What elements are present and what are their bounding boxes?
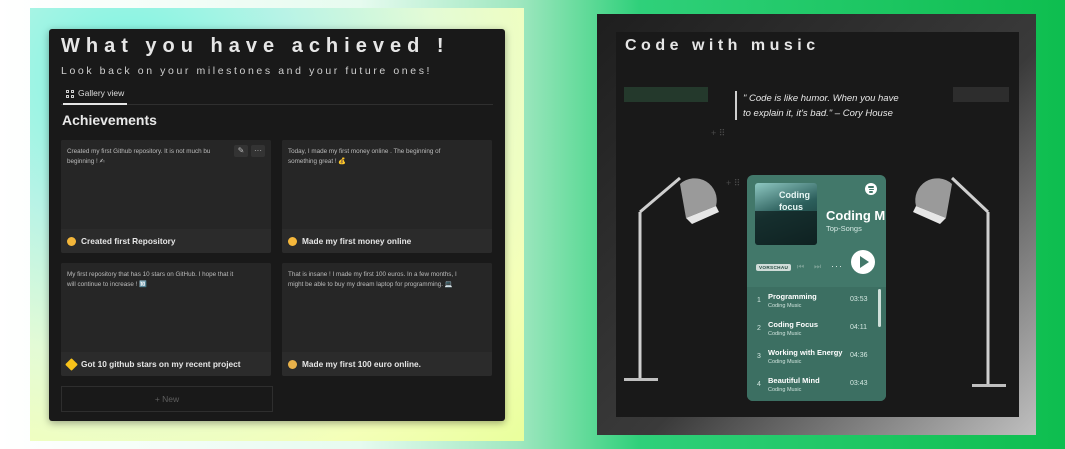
next-track-icon[interactable]: ⏭ — [814, 262, 821, 272]
track-row[interactable]: 3 Working with Energy Coding Music 04:36 — [747, 343, 875, 371]
gallery-grid-icon — [66, 89, 74, 98]
card-text-line: something great ! 💰 — [288, 158, 347, 165]
track-number: 3 — [757, 353, 761, 360]
track-number: 4 — [757, 381, 761, 388]
star-icon — [65, 357, 78, 371]
quote-line: to explain it, it's bad." – Cory House — [743, 108, 893, 119]
track-row[interactable]: 1 Programming Coding Music 03:53 — [747, 287, 875, 315]
block-drag-handle-icon[interactable]: + ⠿ — [711, 128, 725, 139]
cover-shade — [755, 211, 817, 245]
quote-block: " Code is like humor. When you have to e… — [743, 91, 928, 121]
card-footer: Made my first money online — [282, 229, 492, 253]
card-footer: Made my first 100 euro online. — [282, 352, 492, 376]
card-title: Created first Repository — [81, 236, 176, 246]
card-title: Got 10 github stars on my recent project — [81, 359, 241, 369]
track-artist: Coding Music — [768, 387, 802, 393]
card-text-line: will continue to increase ! 🔟 — [67, 281, 147, 288]
more-options-icon[interactable]: ··· — [251, 145, 265, 157]
tab-gallery-view[interactable]: Gallery view — [63, 84, 128, 105]
tracklist-scrollbar[interactable] — [878, 289, 881, 327]
card-text-line: beginning ! ✍ — [67, 158, 105, 165]
gallery-card[interactable]: Today, I made my first money online . Th… — [282, 140, 492, 253]
track-number: 1 — [757, 297, 761, 304]
preview-badge: VORSCHAU — [756, 264, 792, 271]
card-preview-text: Today, I made my first money online . Th… — [288, 147, 486, 167]
track-name: Programming — [768, 292, 817, 301]
quote-bar — [735, 91, 737, 120]
tab-label: Gallery view — [78, 88, 125, 98]
track-name: Working with Energy — [768, 348, 843, 357]
card-text-line: might be able to buy my dream laptop for… — [288, 281, 453, 288]
page-title: What you have achieved ! — [61, 35, 450, 57]
card-preview: That is insane ! I made my first 100 eur… — [282, 263, 492, 352]
cover-text-line: focus — [779, 202, 804, 212]
track-row[interactable]: 4 Beautiful Mind Coding Music 03:43 — [747, 371, 875, 399]
emoji-icon — [288, 236, 297, 246]
playlist-cover: Coding focus — [755, 183, 817, 245]
track-duration: 04:11 — [850, 324, 867, 331]
edit-icon[interactable]: ✎ — [234, 145, 248, 157]
track-artist: Coding Music — [768, 303, 802, 309]
track-name: Coding Focus — [768, 320, 818, 329]
card-text-line: My first repository that has 10 stars on… — [67, 271, 234, 278]
track-duration: 04:36 — [850, 352, 868, 359]
desk-lamp-right-icon — [913, 176, 1006, 387]
green-callout-block — [624, 87, 708, 102]
page-subtitle: Look back on your milestones and your fu… — [61, 65, 433, 77]
play-button[interactable] — [851, 250, 875, 274]
track-duration: 03:43 — [850, 380, 868, 387]
playlist-title[interactable]: Coding M — [826, 208, 885, 223]
gray-callout-block — [953, 87, 1009, 102]
playlist-subtitle: Top-Songs — [826, 224, 862, 233]
music-page: Code with music " Code is like humor. Wh… — [616, 32, 1019, 417]
card-text-line: That is insane ! I made my first 100 eur… — [288, 271, 457, 278]
card-title: Made my first 100 euro online. — [302, 359, 421, 369]
track-row[interactable]: 2 Coding Focus Coding Music 04:11 — [747, 315, 875, 343]
gallery-card[interactable]: My first repository that has 10 stars on… — [61, 263, 271, 376]
block-drag-handle-icon[interactable]: + ⠿ — [726, 178, 740, 189]
card-preview: My first repository that has 10 stars on… — [61, 263, 271, 352]
track-duration: 03:53 — [850, 296, 868, 303]
track-list: 1 Programming Coding Music 03:53 2 Codin… — [747, 287, 886, 401]
quote-line: " Code is like humor. When you have — [743, 93, 899, 104]
cover-text: Coding focus — [779, 189, 810, 213]
gallery-card[interactable]: That is insane ! I made my first 100 eur… — [282, 263, 492, 376]
previous-track-icon[interactable]: ⏮ — [797, 262, 804, 272]
card-preview: Today, I made my first money online . Th… — [282, 140, 492, 229]
more-options-icon[interactable]: ··· — [831, 261, 843, 271]
view-tabbar: Gallery view — [61, 84, 493, 105]
card-actions: ✎ ··· — [234, 145, 265, 157]
card-preview-text: That is insane ! I made my first 100 eur… — [288, 270, 486, 290]
track-name: Beautiful Mind — [768, 376, 820, 385]
card-footer: Got 10 github stars on my recent project — [61, 352, 271, 376]
spotify-logo-icon[interactable] — [865, 183, 877, 195]
section-title: Achievements — [62, 112, 157, 128]
raised-hands-icon — [288, 359, 297, 369]
desk-lamp-left-icon — [624, 176, 719, 381]
track-artist: Coding Music — [768, 331, 802, 337]
track-number: 2 — [757, 325, 761, 332]
emoji-icon — [67, 236, 76, 246]
cover-text-line: Coding — [779, 190, 810, 200]
gallery-card[interactable]: Created my first Github repository. It i… — [61, 140, 271, 253]
card-text-line: Today, I made my first money online . Th… — [288, 148, 441, 155]
card-preview: Created my first Github repository. It i… — [61, 140, 271, 229]
track-artist: Coding Music — [768, 359, 802, 365]
spotify-embed[interactable]: Coding focus Coding M Top-Songs VORSCHAU… — [747, 175, 886, 401]
card-title: Made my first money online — [302, 236, 412, 246]
card-preview-text: My first repository that has 10 stars on… — [67, 270, 265, 290]
card-footer: Created first Repository — [61, 229, 271, 253]
achievements-page: What you have achieved ! Look back on yo… — [49, 29, 505, 421]
page-title: Code with music — [625, 37, 820, 54]
new-card-button[interactable]: + New — [61, 386, 273, 412]
